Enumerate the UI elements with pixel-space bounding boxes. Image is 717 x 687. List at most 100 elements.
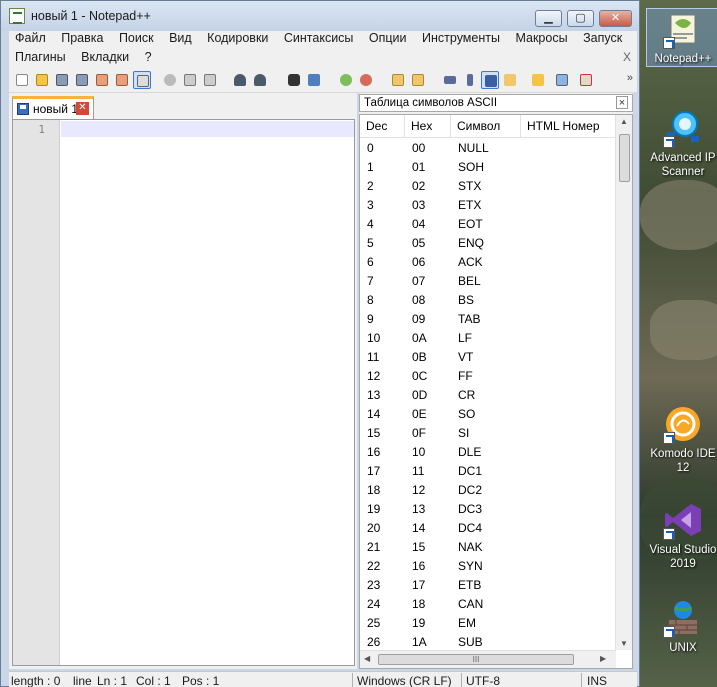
table-row[interactable]: 14 0E SO <box>360 405 616 424</box>
cell-dec: 6 <box>367 255 374 269</box>
menu-view[interactable]: Вид <box>169 31 192 45</box>
close-icon[interactable] <box>93 71 111 89</box>
table-row[interactable]: 1 01 SOH <box>360 158 616 177</box>
sync-horizontal-icon[interactable] <box>409 71 427 89</box>
column-header-html-number[interactable]: HTML Номер <box>521 115 616 138</box>
table-row[interactable]: 19 13 DC3 <box>360 500 616 519</box>
toolbar-overflow-button[interactable]: » <box>627 72 633 84</box>
close-document-button[interactable]: X <box>623 50 631 64</box>
cell-hex: 07 <box>412 274 426 288</box>
menu-edit[interactable]: Правка <box>61 31 103 45</box>
scroll-right-arrow-icon[interactable]: ▶ <box>600 654 606 663</box>
panel-close-button[interactable]: × <box>616 96 628 109</box>
scroll-down-arrow-icon[interactable]: ▼ <box>620 639 628 648</box>
sync-vertical-icon[interactable] <box>389 71 407 89</box>
copy-icon[interactable] <box>181 71 199 89</box>
table-row[interactable]: 22 16 SYN <box>360 557 616 576</box>
horizontal-scrollbar[interactable]: ◀ III ▶ <box>360 650 616 668</box>
menu-search[interactable]: Поиск <box>119 31 154 45</box>
zoom-in-icon[interactable] <box>337 71 355 89</box>
cell-symbol: FF <box>458 369 473 383</box>
text-editor[interactable]: 1 <box>12 119 355 666</box>
menu-run[interactable]: Запуск <box>583 31 622 45</box>
table-row[interactable]: 17 11 DC1 <box>360 462 616 481</box>
desktop-icon-advanced-ip-scanner[interactable]: Advanced IP Scanner <box>646 108 717 179</box>
table-row[interactable]: 12 0C FF <box>360 367 616 386</box>
find-icon[interactable] <box>285 71 303 89</box>
status-eol-format[interactable]: Windows (CR LF) <box>357 674 452 687</box>
table-row[interactable]: 0 00 NULL <box>360 139 616 158</box>
folder-as-workspace-icon[interactable] <box>529 71 547 89</box>
word-wrap-icon[interactable] <box>441 71 459 89</box>
table-row[interactable]: 2 02 STX <box>360 177 616 196</box>
tab-close-button[interactable]: ✕ <box>76 102 89 115</box>
table-row[interactable]: 16 10 DLE <box>360 443 616 462</box>
title-bar[interactable]: новый 1 - Notepad++ ▁ ▢ ✕ <box>1 1 639 31</box>
table-row[interactable]: 6 06 ACK <box>360 253 616 272</box>
zoom-out-icon[interactable] <box>357 71 375 89</box>
table-row[interactable]: 9 09 TAB <box>360 310 616 329</box>
table-row[interactable]: 13 0D CR <box>360 386 616 405</box>
cut-icon[interactable] <box>161 71 179 89</box>
menu-plugins[interactable]: Плагины <box>15 50 66 64</box>
table-row[interactable]: 5 05 ENQ <box>360 234 616 253</box>
indent-guide-icon[interactable] <box>481 71 499 89</box>
save-icon[interactable] <box>53 71 71 89</box>
table-row[interactable]: 25 19 EM <box>360 614 616 633</box>
table-row[interactable]: 10 0A LF <box>360 329 616 348</box>
desktop-icon-unix[interactable]: UNIX <box>646 598 717 655</box>
redo-icon[interactable] <box>251 71 269 89</box>
close-all-icon[interactable] <box>113 71 131 89</box>
table-row[interactable]: 3 03 ETX <box>360 196 616 215</box>
replace-icon[interactable] <box>305 71 323 89</box>
open-file-icon[interactable] <box>33 71 51 89</box>
close-window-button[interactable]: ✕ <box>599 10 632 27</box>
table-row[interactable]: 21 15 NAK <box>360 538 616 557</box>
scroll-up-arrow-icon[interactable]: ▲ <box>620 117 628 126</box>
save-all-icon[interactable] <box>73 71 91 89</box>
tab-new-1[interactable]: новый 1 ✕ <box>12 96 94 119</box>
column-header-dec[interactable]: Dec <box>360 115 405 138</box>
undo-icon[interactable] <box>231 71 249 89</box>
column-header-symbol[interactable]: Символ <box>451 115 521 138</box>
menu-language[interactable]: Синтаксисы <box>284 31 354 45</box>
table-row[interactable]: 8 08 BS <box>360 291 616 310</box>
minimize-button[interactable]: ▁ <box>535 10 562 27</box>
menu-macro[interactable]: Макросы <box>515 31 567 45</box>
maximize-button[interactable]: ▢ <box>567 10 594 27</box>
status-encoding[interactable]: UTF-8 <box>466 674 500 687</box>
menu-help[interactable]: ? <box>145 50 152 64</box>
cell-dec: 18 <box>367 483 381 497</box>
menu-tools[interactable]: Инструменты <box>422 31 500 45</box>
cell-dec: 0 <box>367 141 374 155</box>
column-header-hex[interactable]: Hex <box>405 115 451 138</box>
menu-settings[interactable]: Опции <box>369 31 407 45</box>
vertical-scrollbar[interactable]: ▲ ▼ <box>615 115 632 650</box>
table-row[interactable]: 11 0B VT <box>360 348 616 367</box>
desktop-icon-notepad-plus-plus[interactable]: Notepad++ <box>646 8 717 67</box>
desktop-icon-komodo-ide[interactable]: Komodo IDE 12 <box>646 404 717 475</box>
new-file-icon[interactable] <box>13 71 31 89</box>
print-icon[interactable] <box>133 71 151 89</box>
horizontal-scroll-thumb[interactable]: III <box>378 654 574 665</box>
ascii-table[interactable]: Dec Hex Символ HTML Номер 0 00 NULL 1 01 SOH 2… <box>359 114 633 669</box>
record-macro-icon[interactable] <box>577 71 595 89</box>
table-row[interactable]: 7 07 BEL <box>360 272 616 291</box>
table-row[interactable]: 15 0F SI <box>360 424 616 443</box>
status-insert-mode[interactable]: INS <box>587 674 607 687</box>
table-row[interactable]: 24 18 CAN <box>360 595 616 614</box>
table-row[interactable]: 4 04 EOT <box>360 215 616 234</box>
paste-icon[interactable] <box>201 71 219 89</box>
vertical-scroll-thumb[interactable] <box>619 134 630 182</box>
menu-encoding[interactable]: Кодировки <box>207 31 268 45</box>
function-list-icon[interactable] <box>501 71 519 89</box>
table-row[interactable]: 23 17 ETB <box>360 576 616 595</box>
menu-file[interactable]: Файл <box>15 31 46 45</box>
menu-window[interactable]: Вкладки <box>81 50 129 64</box>
desktop-icon-visual-studio[interactable]: Visual Studio 2019 <box>646 500 717 571</box>
scroll-left-arrow-icon[interactable]: ◀ <box>364 654 370 663</box>
table-row[interactable]: 18 12 DC2 <box>360 481 616 500</box>
table-row[interactable]: 20 14 DC4 <box>360 519 616 538</box>
show-all-chars-icon[interactable] <box>461 71 479 89</box>
document-map-icon[interactable] <box>553 71 571 89</box>
